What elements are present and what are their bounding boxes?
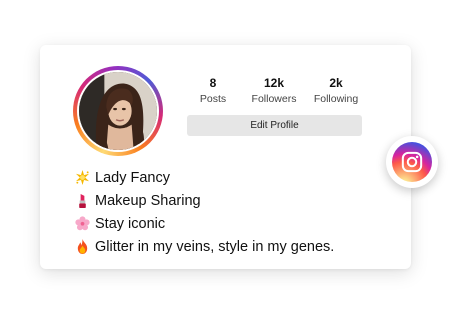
following-label: Following bbox=[313, 93, 359, 105]
avatar-photo bbox=[79, 72, 157, 150]
bio-line: Lady Fancy bbox=[75, 166, 405, 189]
followers-label: Followers bbox=[251, 93, 297, 105]
bio-text: Stay iconic bbox=[95, 215, 166, 232]
bio-text: Makeup Sharing bbox=[95, 192, 201, 209]
instagram-logo-icon bbox=[392, 142, 432, 182]
edit-profile-button[interactable]: Edit Profile bbox=[187, 115, 362, 136]
profile-card: 8 Posts 12k Followers 2k Following Edit … bbox=[40, 45, 411, 269]
stat-posts[interactable]: 8 Posts bbox=[185, 76, 241, 106]
posts-count: 8 bbox=[209, 76, 217, 90]
followers-count: 12k bbox=[263, 76, 285, 90]
bio-line: Glitter in my veins, style in my genes. bbox=[75, 235, 405, 258]
cherry-blossom-icon bbox=[75, 216, 90, 231]
bio-line: Stay iconic bbox=[75, 212, 405, 235]
avatar[interactable] bbox=[79, 72, 157, 150]
stat-followers[interactable]: 12k Followers bbox=[246, 76, 302, 106]
posts-label: Posts bbox=[199, 93, 227, 105]
avatar-story-ring[interactable] bbox=[73, 66, 163, 156]
sparkle-icon bbox=[75, 170, 90, 185]
following-count: 2k bbox=[329, 76, 343, 90]
bio: Lady Fancy Makeup Sharing Stay iconic Gl… bbox=[75, 166, 405, 258]
fire-icon bbox=[77, 239, 88, 254]
bio-text: Lady Fancy bbox=[95, 169, 170, 186]
bio-line: Makeup Sharing bbox=[75, 189, 405, 212]
stat-following[interactable]: 2k Following bbox=[308, 76, 364, 106]
instagram-badge[interactable] bbox=[386, 136, 438, 188]
lipstick-icon bbox=[79, 193, 86, 208]
bio-text: Glitter in my veins, style in my genes. bbox=[95, 238, 335, 255]
